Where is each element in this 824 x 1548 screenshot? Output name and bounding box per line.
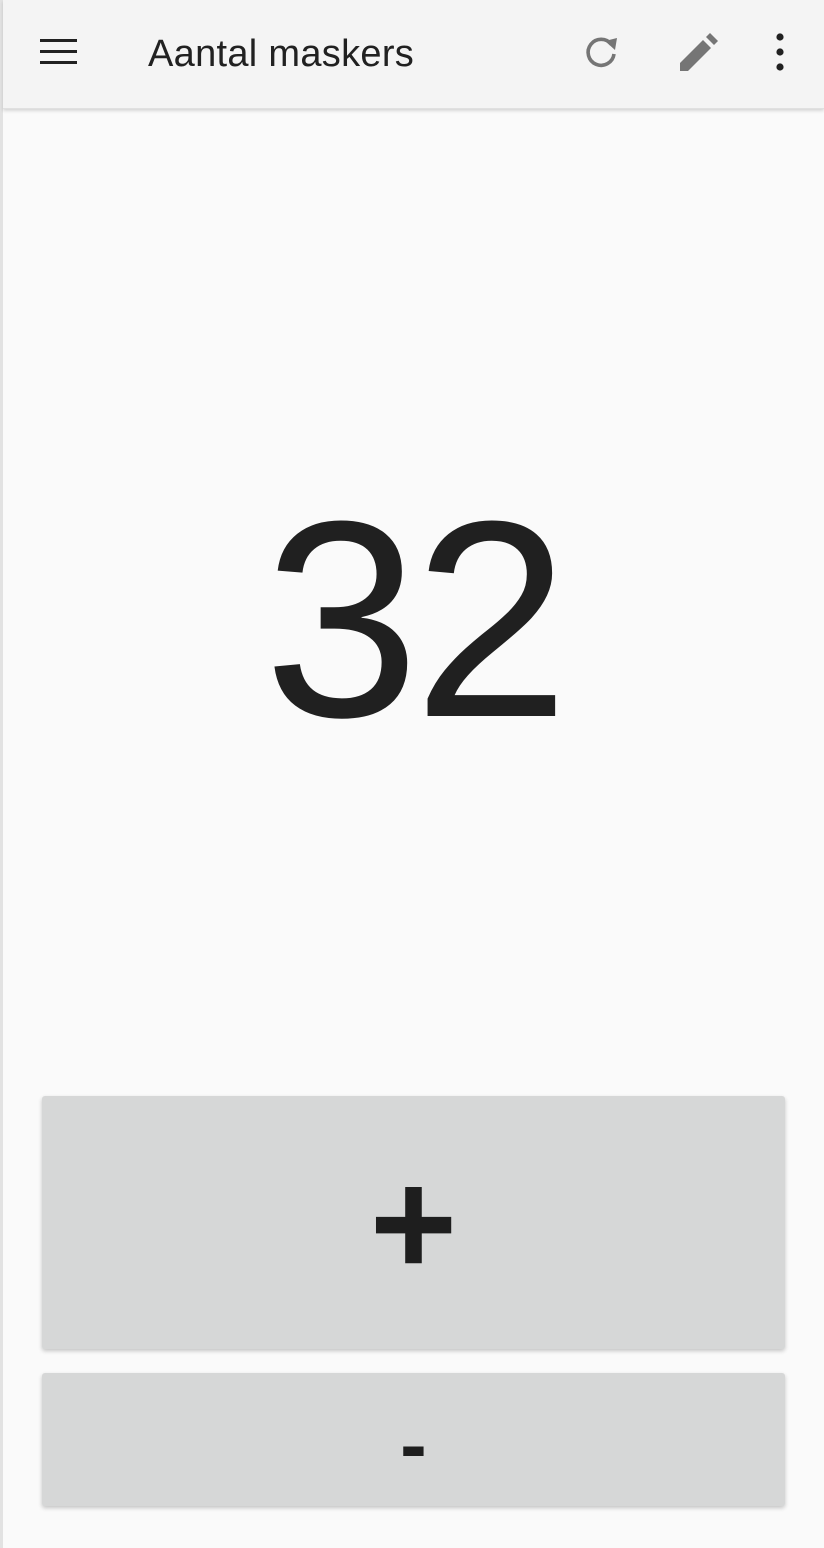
page-title: Aantal maskers	[148, 33, 415, 75]
counter-value: 32	[263, 463, 569, 776]
refresh-button[interactable]	[573, 26, 629, 82]
app-bar: Aantal maskers	[3, 0, 824, 109]
menu-button[interactable]	[31, 26, 87, 82]
refresh-icon	[581, 32, 621, 77]
more-vert-icon	[774, 32, 786, 77]
menu-icon	[39, 37, 79, 72]
decrement-label: -	[400, 1399, 427, 1489]
decrement-button[interactable]: -	[42, 1373, 785, 1506]
increment-label: +	[369, 1138, 458, 1307]
pencil-icon	[675, 30, 719, 79]
increment-button[interactable]: +	[42, 1096, 785, 1349]
more-options-button[interactable]	[752, 26, 808, 82]
edit-button[interactable]	[669, 26, 725, 82]
